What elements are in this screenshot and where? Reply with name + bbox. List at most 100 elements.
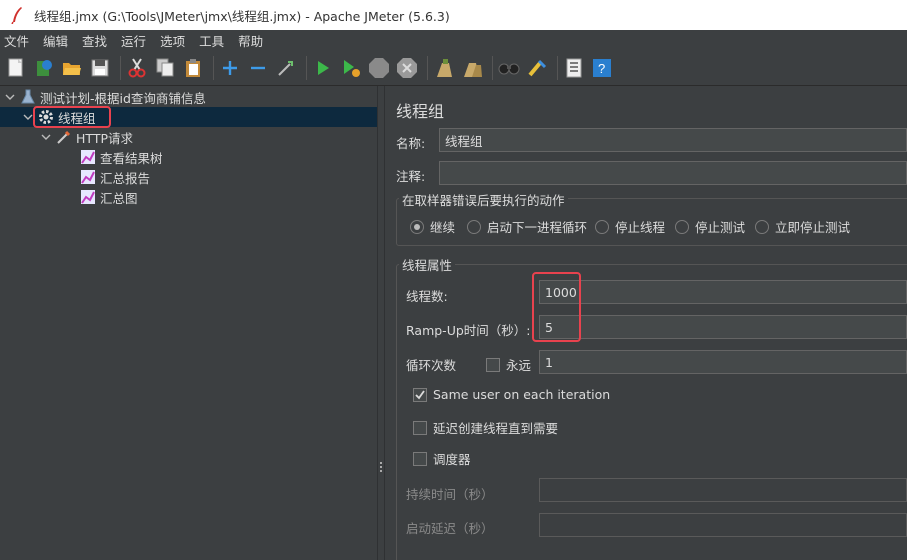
loop-count-field[interactable] <box>539 350 907 374</box>
expand-icon[interactable] <box>218 56 242 80</box>
menu-run[interactable]: 运行 <box>117 31 152 50</box>
radio-label: 立即停止测试 <box>775 220 851 235</box>
svg-text:?: ? <box>598 61 605 76</box>
help-icon[interactable]: ? <box>590 56 614 80</box>
page-title: 线程组 <box>396 102 445 121</box>
save-icon[interactable] <box>88 56 112 80</box>
new-icon[interactable] <box>4 56 28 80</box>
chart-icon <box>80 189 96 205</box>
checkbox-label: 调度器 <box>433 452 471 467</box>
checkbox-unchecked-icon <box>413 451 427 466</box>
tree-item-label: 测试计划-根据id查询商铺信息 <box>40 90 206 106</box>
flask-icon <box>20 89 36 105</box>
cut-icon[interactable] <box>125 56 149 80</box>
tree-item-aggregate-graph[interactable]: 汇总图 <box>0 187 377 207</box>
duration-label: 持续时间（秒） <box>406 487 494 502</box>
chart-icon <box>80 149 96 165</box>
menu-search[interactable]: 查找 <box>78 31 113 50</box>
start-no-pause-icon[interactable] <box>339 56 363 80</box>
same-user-checkbox[interactable]: Same user on each iteration <box>413 387 610 402</box>
toolbar-separator <box>306 55 307 80</box>
radio-stop-test-now[interactable]: 立即停止测试 <box>755 217 850 236</box>
checkbox-checked-icon <box>413 387 427 402</box>
radio-continue[interactable]: 继续 <box>410 217 455 236</box>
tree-item-label: 查看结果树 <box>100 150 163 166</box>
name-label: 名称: <box>396 136 426 151</box>
clear-all-icon[interactable] <box>460 56 484 80</box>
menu-file[interactable]: 文件 <box>0 31 35 50</box>
checkbox-unchecked-icon <box>486 357 500 372</box>
checkbox-label: 延迟创建线程直到需要 <box>433 421 559 436</box>
toolbar-separator <box>213 55 214 80</box>
window-title: 线程组.jmx (G:\Tools\JMeter\jmx\线程组.jmx) - … <box>34 8 450 24</box>
reset-search-icon[interactable] <box>525 56 549 80</box>
toolbar-separator <box>427 55 428 80</box>
tree-item-view-results-tree[interactable]: 查看结果树 <box>0 147 377 167</box>
comment-field[interactable] <box>439 161 907 185</box>
toolbar-separator <box>557 55 558 80</box>
thread-group-highlight <box>33 106 111 128</box>
radio-label: 继续 <box>430 220 456 235</box>
checkbox-label: Same user on each iteration <box>433 387 611 402</box>
open-icon[interactable] <box>60 56 84 80</box>
thread-properties-group-title: 线程属性 <box>399 255 456 274</box>
toggle-icon[interactable] <box>274 56 298 80</box>
threads-field[interactable] <box>539 280 907 304</box>
duration-field[interactable] <box>539 478 907 502</box>
pane-splitter[interactable] <box>377 86 385 560</box>
menu-tools[interactable]: 工具 <box>195 31 230 50</box>
radio-label: 启动下一进程循环 <box>487 220 588 235</box>
radio-unselected-icon <box>675 219 689 234</box>
radio-label: 停止测试 <box>695 220 746 235</box>
start-icon[interactable] <box>311 56 335 80</box>
tree-item-http-request[interactable]: HTTP请求 <box>0 127 377 147</box>
radio-stop-test[interactable]: 停止测试 <box>675 217 745 236</box>
menu-bar: 文件 编辑 查找 运行 选项 工具 帮助 <box>0 30 907 50</box>
splitter-grip <box>380 461 383 475</box>
tree-item-summary-report[interactable]: 汇总报告 <box>0 167 377 187</box>
clear-icon[interactable] <box>432 56 456 80</box>
radio-stop-thread[interactable]: 停止线程 <box>595 217 665 236</box>
rampup-label: Ramp-Up时间（秒）: <box>406 323 531 338</box>
startup-delay-field[interactable] <box>539 513 907 537</box>
copy-icon[interactable] <box>153 56 177 80</box>
tree-item-label: 汇总图 <box>100 190 138 206</box>
radio-selected-icon <box>410 219 424 234</box>
toolbar: ? <box>0 50 907 86</box>
chart-icon <box>80 169 96 185</box>
chevron-down-icon[interactable] <box>4 91 16 103</box>
tree-item-label: HTTP请求 <box>76 130 133 146</box>
radio-unselected-icon <box>595 219 609 234</box>
stop-icon[interactable] <box>367 56 391 80</box>
collapse-icon[interactable] <box>246 56 270 80</box>
function-helper-icon[interactable] <box>562 56 586 80</box>
thread-settings-highlight <box>532 272 581 342</box>
menu-options[interactable]: 选项 <box>156 31 191 50</box>
templates-icon[interactable] <box>32 56 56 80</box>
scheduler-checkbox[interactable]: 调度器 <box>413 449 471 468</box>
delay-thread-creation-checkbox[interactable]: 延迟创建线程直到需要 <box>413 418 558 437</box>
chevron-down-icon[interactable] <box>40 131 52 143</box>
radio-unselected-icon <box>467 219 481 234</box>
menu-help[interactable]: 帮助 <box>234 31 269 50</box>
radio-label: 停止线程 <box>615 220 666 235</box>
test-plan-tree: 测试计划-根据id查询商铺信息 线程组 HTTP请求 查看结果树 汇总报告 汇总… <box>0 86 377 560</box>
loop-count-label: 循环次数 <box>406 358 457 373</box>
tree-item-test-plan[interactable]: 测试计划-根据id查询商铺信息 <box>0 87 377 107</box>
radio-unselected-icon <box>755 219 769 234</box>
rampup-field[interactable] <box>539 315 907 339</box>
paste-icon[interactable] <box>181 56 205 80</box>
radio-start-next-loop[interactable]: 启动下一进程循环 <box>467 217 587 236</box>
thread-group-panel: 线程组 名称: 注释: 在取样器错误后要执行的动作 继续 启动下一进程循环 停止… <box>385 86 907 560</box>
search-icon[interactable] <box>497 56 521 80</box>
threads-label: 线程数: <box>406 289 448 304</box>
menu-edit[interactable]: 编辑 <box>39 31 74 50</box>
startup-delay-label: 启动延迟（秒） <box>406 521 494 536</box>
name-field[interactable] <box>439 128 907 152</box>
checkbox-label: 永远 <box>506 358 532 373</box>
tree-item-label: 汇总报告 <box>100 170 151 186</box>
shutdown-icon[interactable] <box>395 56 419 80</box>
window-title-bar: 线程组.jmx (G:\Tools\JMeter\jmx\线程组.jmx) - … <box>0 0 907 30</box>
jmeter-feather-icon <box>6 6 28 24</box>
forever-checkbox[interactable]: 永远 <box>486 355 531 374</box>
